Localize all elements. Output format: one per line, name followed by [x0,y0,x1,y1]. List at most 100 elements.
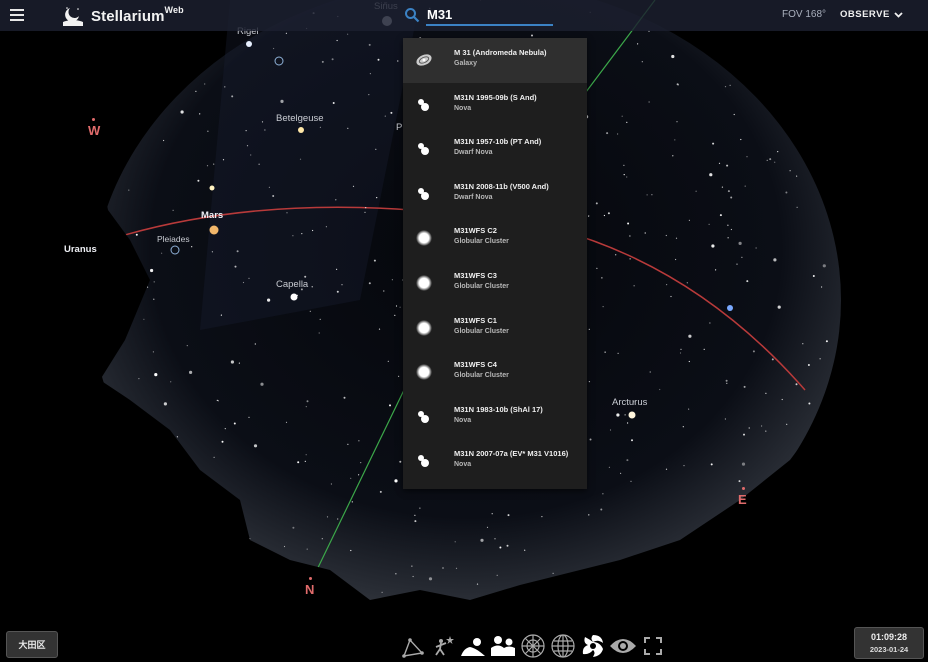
star [607,212,610,215]
star [304,275,307,278]
star [743,385,746,388]
betelgeuse-star[interactable] [298,127,304,133]
star [603,214,606,217]
star [617,352,619,354]
star [454,541,456,543]
search-result-item[interactable]: M31WFS C4 Globular Cluster [403,350,587,395]
search-result-item[interactable]: M31WFS C3 Globular Cluster [403,261,587,306]
star [216,399,218,401]
star [330,483,332,485]
star [368,43,371,46]
star [631,439,633,442]
star [180,110,184,114]
star [211,251,213,253]
star [350,549,352,552]
star [724,418,727,420]
constellation-art-button[interactable] [429,632,457,660]
star [419,507,421,509]
star [336,290,339,293]
star [220,314,222,316]
star [688,360,690,363]
atmosphere-button[interactable] [459,632,487,660]
star [204,83,206,85]
search-result-item[interactable]: M31N 2008-11b (V500 And) Dwarf Nova [403,172,587,217]
star [319,318,321,320]
landscape-button[interactable] [489,632,517,660]
star [601,277,603,279]
star [376,197,378,199]
star [670,295,672,298]
star [727,224,729,226]
star [233,422,236,425]
star [161,252,163,254]
star [641,61,643,63]
star [718,162,721,164]
azimuthal-grid-button[interactable] [519,632,547,660]
night-mode-button[interactable] [609,632,637,660]
star [615,254,617,256]
star [221,440,224,443]
eye-icon [610,639,636,653]
search-result-item[interactable]: M31N 1957-10b (PT And) Dwarf Nova [403,127,587,172]
observe-menu-button[interactable]: OBSERVE [840,9,903,20]
star [752,350,755,353]
datetime-button[interactable]: 01:09:28 2023-01-24 [854,627,924,659]
search-result-item[interactable]: M31N 2007-07a (EV* M31 V1016) Nova [403,439,587,484]
search-result-item[interactable]: M31WFS C1 Globular Cluster [403,306,587,351]
star [337,518,339,520]
star [541,516,543,518]
mars-planet[interactable] [209,225,219,235]
search-result-item[interactable]: M31N 1995-09b (S And) Nova [403,83,587,128]
star [261,121,264,123]
location-button[interactable]: 大田区 [6,631,58,658]
star [644,232,646,234]
star [724,86,727,88]
star [795,383,798,386]
star [368,282,371,285]
app-title: StellariumWeb [91,5,184,25]
star [222,159,225,161]
star [365,207,367,209]
star [748,427,750,429]
star [395,305,398,307]
star [248,277,250,279]
capella-star[interactable] [290,293,298,301]
equatorial-grid-button[interactable] [549,632,577,660]
rigel-star[interactable] [246,41,252,47]
arcturus-star[interactable] [628,411,636,419]
search-result-item[interactable]: M31N 1983-10b (ShAl 17) Nova [403,395,587,440]
search-input[interactable] [426,4,553,26]
star [264,129,266,131]
star [609,429,612,431]
star [152,351,154,353]
search-result-item[interactable]: M31WFS C2 Globular Cluster [403,216,587,261]
star [135,233,138,236]
star [213,163,215,165]
star [789,170,791,172]
star [746,280,749,283]
date-display: 2023-01-24 [869,645,909,654]
search-results-dropdown: M 31 (Andromeda Nebula) Galaxy M31N 1995-0… [403,38,587,489]
globular-cluster-icon [415,363,433,381]
star [807,364,810,366]
star [258,163,260,165]
star [741,462,746,466]
star [623,164,625,166]
bottom-toolbar [399,632,667,660]
fullscreen-button[interactable] [639,632,667,660]
star [399,460,402,463]
star [648,101,650,103]
double-star-icon [415,140,433,158]
star [595,202,598,205]
star [341,284,343,286]
search-result-item[interactable]: M 31 (Andromeda Nebula) Galaxy [403,38,587,83]
menu-icon[interactable] [10,6,30,26]
star [695,190,697,192]
constellation-lines-button[interactable] [399,632,427,660]
deep-sky-objects-button[interactable] [579,632,607,660]
star [730,228,733,231]
double-star-icon [415,185,433,203]
star [725,379,728,382]
result-type: Dwarf Nova [454,193,493,201]
star [375,148,377,150]
